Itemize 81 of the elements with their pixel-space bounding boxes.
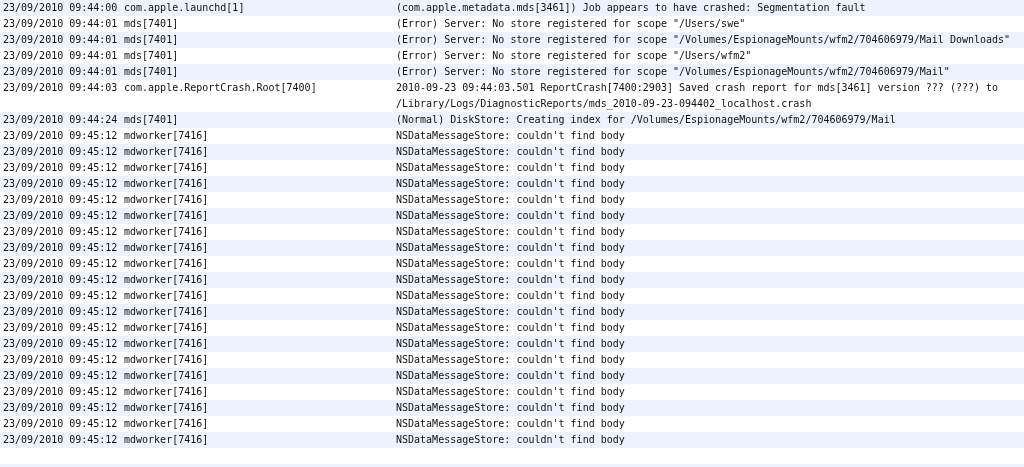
log-message: (Normal) DiskStore: Creating index for /Volumes/EspionageMounts/wfm2/704606979/Mail xyxy=(395,113,897,127)
log-message: (Error) Server: No store registered for scope "/Users/wfm2" xyxy=(395,49,753,63)
process-name: mdworker[7416] xyxy=(123,193,210,207)
log-message: (Error) Server: No store registered for scope "/Volumes/EspionageMounts/wfm2/704606979/Mail" xyxy=(395,65,951,79)
process-name: mds[7401] xyxy=(123,65,180,79)
log-message: NSDataMessageStore: couldn't find body xyxy=(395,257,626,271)
log-timestamp: 23/09/2010 09:45:12 xyxy=(2,241,119,255)
log-timestamp: 23/09/2010 09:44:24 xyxy=(2,113,119,127)
log-timestamp: 23/09/2010 09:45:12 xyxy=(2,225,119,239)
log-timestamp: 23/09/2010 09:45:12 xyxy=(2,257,119,271)
log-message: NSDataMessageStore: couldn't find body xyxy=(395,353,626,367)
process-name: mdworker[7416] xyxy=(123,337,210,351)
log-message: NSDataMessageStore: couldn't find body xyxy=(395,369,626,383)
process-name: mdworker[7416] xyxy=(123,369,210,383)
process-name: mdworker[7416] xyxy=(123,145,210,159)
log-timestamp: 23/09/2010 09:45:12 xyxy=(2,145,119,159)
log-message: (com.apple.metadata.mds[3461]) Job appears to have crashed: Segmentation fault xyxy=(395,1,867,15)
log-message: NSDataMessageStore: couldn't find body xyxy=(395,337,626,351)
process-name: mdworker[7416] xyxy=(123,433,210,447)
log-timestamp: 23/09/2010 09:45:12 xyxy=(2,305,119,319)
log-message: NSDataMessageStore: couldn't find body xyxy=(395,273,626,287)
process-name: mdworker[7416] xyxy=(123,257,210,271)
process-name: mdworker[7416] xyxy=(123,305,210,319)
log-timestamp: 23/09/2010 09:45:12 xyxy=(2,417,119,431)
process-name: mdworker[7416] xyxy=(123,417,210,431)
process-name: mdworker[7416] xyxy=(123,273,210,287)
process-name: mdworker[7416] xyxy=(123,289,210,303)
log-message: NSDataMessageStore: couldn't find body xyxy=(395,433,626,447)
log-timestamp: 23/09/2010 09:45:12 xyxy=(2,289,119,303)
log-timestamp: 23/09/2010 09:44:03 xyxy=(2,81,119,95)
log-message: NSDataMessageStore: couldn't find body xyxy=(395,385,626,399)
log-timestamp: 23/09/2010 09:45:12 xyxy=(2,129,119,143)
process-name: com.apple.launchd[1] xyxy=(123,1,246,15)
process-name: mdworker[7416] xyxy=(123,129,210,143)
process-name: mdworker[7416] xyxy=(123,385,210,399)
log-message: NSDataMessageStore: couldn't find body xyxy=(395,129,626,143)
log-timestamp: 23/09/2010 09:44:00 xyxy=(2,1,119,15)
log-timestamp: 23/09/2010 09:45:12 xyxy=(2,177,119,191)
process-name: mdworker[7416] xyxy=(123,209,210,223)
log-message: NSDataMessageStore: couldn't find body xyxy=(395,161,626,175)
log-timestamp: 23/09/2010 09:44:01 xyxy=(2,65,119,79)
log-timestamp: 23/09/2010 09:45:12 xyxy=(2,401,119,415)
log-message: NSDataMessageStore: couldn't find body xyxy=(395,145,626,159)
log-message: 2010-09-23 09:44:03.501 ReportCrash[7400:2903] Saved crash report for mds[3461] version ??? (???) to /Library/Logs/DiagnosticReports/mds_2010-09-23-094402_localhost.crash xyxy=(395,81,1000,112)
process-name: mdworker[7416] xyxy=(123,353,210,367)
log-message: NSDataMessageStore: couldn't find body xyxy=(395,209,626,223)
log-timestamp: 23/09/2010 09:45:12 xyxy=(2,273,119,287)
log-timestamp: 23/09/2010 09:45:12 xyxy=(2,209,119,223)
log-message: NSDataMessageStore: couldn't find body xyxy=(395,305,626,319)
log-timestamp: 23/09/2010 09:45:12 xyxy=(2,369,119,383)
log-message: NSDataMessageStore: couldn't find body xyxy=(395,417,626,431)
log-timestamp: 23/09/2010 09:45:12 xyxy=(2,337,119,351)
process-name: mdworker[7416] xyxy=(123,241,210,255)
log-timestamp: 23/09/2010 09:44:01 xyxy=(2,49,119,63)
log-message: NSDataMessageStore: couldn't find body xyxy=(395,321,626,335)
process-name: com.apple.ReportCrash.Root[7400] xyxy=(123,81,318,95)
process-name: mds[7401] xyxy=(123,17,180,31)
log-timestamp: 23/09/2010 09:45:12 xyxy=(2,161,119,175)
process-name: mdworker[7416] xyxy=(123,321,210,335)
process-name: mds[7401] xyxy=(123,113,180,127)
log-timestamp: 23/09/2010 09:45:12 xyxy=(2,321,119,335)
process-name: mdworker[7416] xyxy=(123,225,210,239)
log-timestamp: 23/09/2010 09:45:12 xyxy=(2,433,119,447)
process-name: mds[7401] xyxy=(123,49,180,63)
process-name: mds[7401] xyxy=(123,33,180,47)
process-name: mdworker[7416] xyxy=(123,161,210,175)
log-timestamp: 23/09/2010 09:44:01 xyxy=(2,33,119,47)
log-message: (Error) Server: No store registered for scope "/Volumes/EspionageMounts/wfm2/704606979/Mail Downloads" xyxy=(395,33,1012,47)
log-message: (Error) Server: No store registered for scope "/Users/swe" xyxy=(395,17,747,31)
log-timestamp: 23/09/2010 09:45:12 xyxy=(2,353,119,367)
log-message: NSDataMessageStore: couldn't find body xyxy=(395,193,626,207)
log-message: NSDataMessageStore: couldn't find body xyxy=(395,177,626,191)
log-message: NSDataMessageStore: couldn't find body xyxy=(395,241,626,255)
log-timestamp: 23/09/2010 09:44:01 xyxy=(2,17,119,31)
log-timestamp: 23/09/2010 09:45:12 xyxy=(2,193,119,207)
log-message: NSDataMessageStore: couldn't find body xyxy=(395,401,626,415)
log-message: NSDataMessageStore: couldn't find body xyxy=(395,289,626,303)
log-timestamp: 23/09/2010 09:45:12 xyxy=(2,385,119,399)
log-message: NSDataMessageStore: couldn't find body xyxy=(395,225,626,239)
process-name: mdworker[7416] xyxy=(123,401,210,415)
process-name: mdworker[7416] xyxy=(123,177,210,191)
